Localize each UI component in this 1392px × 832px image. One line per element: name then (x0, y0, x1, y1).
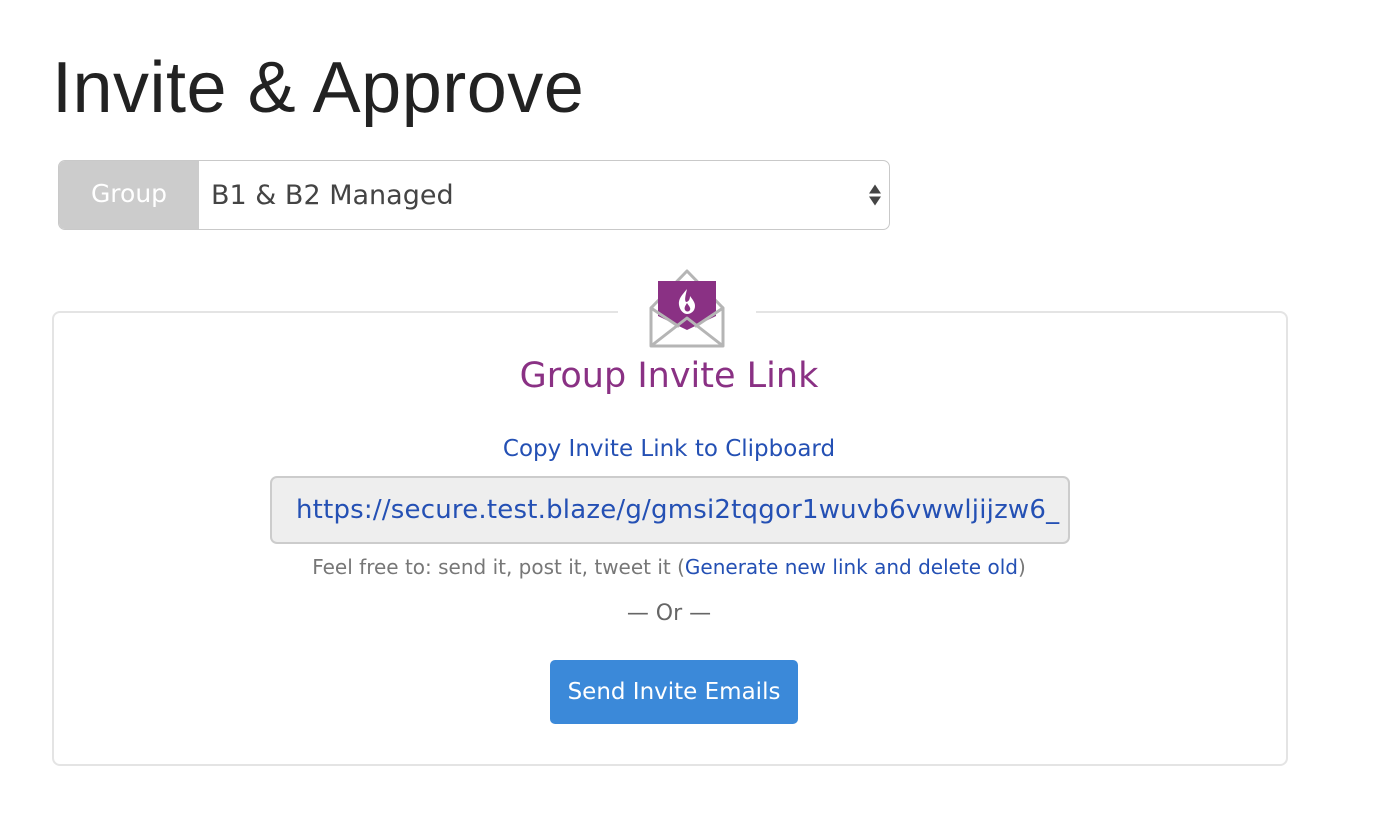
regenerate-link[interactable]: Generate new link and delete old (685, 555, 1018, 579)
copy-invite-link[interactable]: Copy Invite Link to Clipboard (503, 436, 835, 462)
group-select-value: B1 & B2 Managed (211, 179, 454, 211)
copy-link-row: Copy Invite Link to Clipboard (0, 436, 1338, 462)
group-picker: Group B1 & B2 Managed (58, 160, 890, 230)
share-hint-text: Feel free to: send it, post it, tweet it… (312, 555, 685, 579)
select-arrows-icon (869, 184, 881, 206)
card-title: Group Invite Link (519, 356, 819, 396)
envelope-wrap (618, 264, 756, 354)
invite-link-field[interactable]: https://secure.test.blaze/g/gmsi2tqgor1w… (270, 476, 1070, 544)
group-select[interactable]: B1 & B2 Managed (199, 161, 889, 229)
invite-link-text: https://secure.test.blaze/g/gmsi2tqgor1w… (296, 495, 1060, 525)
share-hint-suffix: ) (1017, 555, 1026, 579)
share-hint: Feel free to: send it, post it, tweet it… (0, 555, 1338, 579)
envelope-flame-icon (649, 269, 725, 348)
page-title: Invite & Approve (52, 48, 585, 128)
or-separator: — Or — (626, 601, 712, 626)
group-label: Group (59, 161, 199, 229)
send-invite-emails-button[interactable]: Send Invite Emails (550, 660, 798, 724)
